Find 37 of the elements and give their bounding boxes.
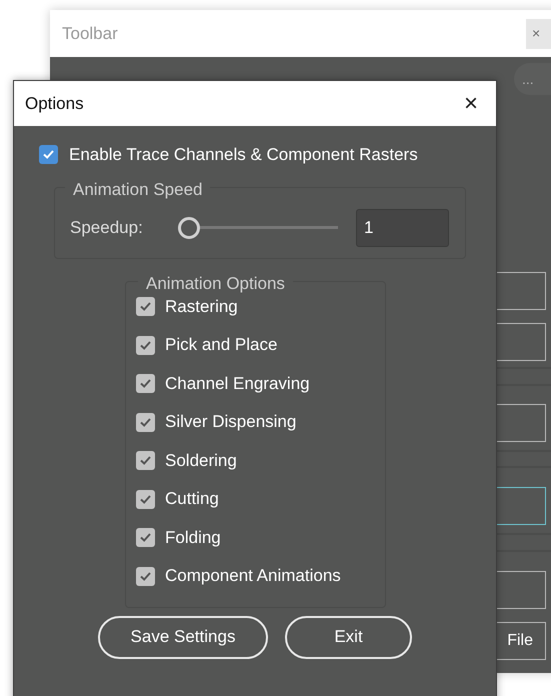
exit-button[interactable]: Exit bbox=[285, 616, 412, 658]
checkmark-icon bbox=[139, 492, 152, 506]
window-title: Toolbar bbox=[62, 22, 119, 45]
dialog-title: Options bbox=[25, 92, 85, 115]
checkmark-icon bbox=[139, 570, 152, 582]
checkbox[interactable] bbox=[136, 374, 155, 393]
checkmark-icon bbox=[139, 531, 152, 544]
checkbox[interactable] bbox=[136, 451, 155, 470]
speed-input[interactable]: 1 bbox=[356, 208, 449, 246]
checkbox[interactable] bbox=[136, 297, 155, 316]
checkbox-label: Pick and Place bbox=[165, 335, 278, 355]
save-settings-button[interactable]: Save Settings bbox=[98, 616, 268, 658]
checkbox[interactable] bbox=[136, 528, 155, 547]
checkmark-icon bbox=[139, 377, 152, 390]
checkbox[interactable] bbox=[136, 566, 155, 586]
checkbox-label: Soldering bbox=[165, 450, 237, 470]
checkbox-label: Channel Engraving bbox=[165, 374, 310, 394]
checkmark-icon bbox=[139, 416, 152, 428]
checkbox[interactable] bbox=[136, 490, 155, 508]
close-button[interactable]: × bbox=[526, 18, 551, 48]
checkbox-label: Cutting bbox=[165, 489, 219, 509]
checkbox[interactable] bbox=[136, 412, 155, 432]
checkmark-icon bbox=[139, 300, 152, 313]
checkmark-icon bbox=[139, 338, 152, 352]
checkbox-label: Enable Trace Channels & Component Rasters bbox=[69, 144, 418, 166]
checkmark-icon bbox=[139, 454, 152, 467]
checkmark-icon bbox=[42, 148, 55, 162]
speed-slider[interactable] bbox=[178, 216, 338, 240]
checkbox-label: Rastering bbox=[165, 296, 238, 316]
checkbox[interactable] bbox=[136, 336, 155, 354]
checkbox-label: Component Animations bbox=[165, 566, 341, 586]
speedup-label: Speedup: bbox=[70, 216, 144, 239]
checkbox-label: Folding bbox=[165, 528, 221, 548]
checkbox[interactable] bbox=[39, 145, 58, 164]
checkbox-label: Silver Dispensing bbox=[165, 412, 296, 432]
slider-thumb[interactable] bbox=[178, 216, 200, 238]
close-button[interactable]: × bbox=[460, 90, 482, 116]
